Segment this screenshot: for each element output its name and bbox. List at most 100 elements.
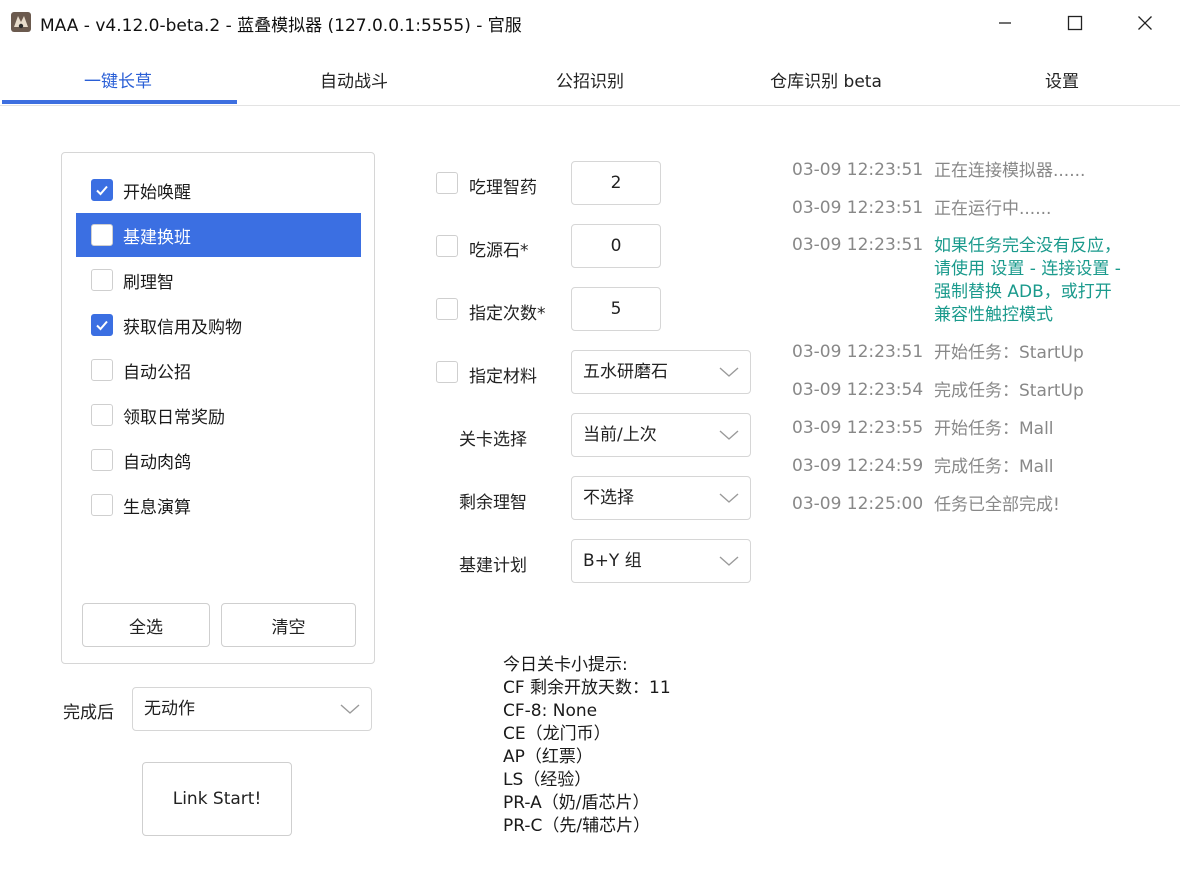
window-title: MAA - v4.12.0-beta.2 - 蓝叠模拟器 (127.0.0.1:…	[40, 16, 522, 36]
chevron-down-icon	[340, 704, 360, 714]
task-checkbox[interactable]	[91, 359, 113, 381]
log-message: 正在连接模拟器......	[934, 161, 1086, 181]
material-checkbox[interactable]	[436, 361, 458, 383]
log-message-warning: 如果任务完全没有反应， 请使用 设置 - 连接设置 - 强制替换 ADB，或打开…	[934, 236, 1121, 325]
minimize-icon	[999, 22, 1011, 24]
task-label: 自动公招	[123, 362, 191, 383]
chevron-down-icon	[719, 493, 739, 503]
remaining-sanity-dropdown[interactable]: 不选择	[571, 476, 751, 520]
after-finish-dropdown[interactable]: 无动作	[132, 687, 372, 731]
stage-label: 关卡选择	[459, 430, 527, 450]
log-time: 03-09 12:23:51	[792, 235, 924, 255]
tab-auto-battle[interactable]: 自动战斗	[236, 62, 472, 105]
dropdown-value: 无动作	[144, 699, 195, 719]
minimize-button[interactable]	[970, 0, 1040, 46]
material-label: 指定材料	[469, 367, 537, 387]
title-bar: MAA - v4.12.0-beta.2 - 蓝叠模拟器 (127.0.0.1:…	[0, 0, 1180, 46]
select-all-button[interactable]: 全选	[82, 603, 210, 647]
dropdown-value: 当前/上次	[583, 425, 657, 445]
log-message: 正在运行中......	[934, 199, 1052, 219]
task-item-reclamation[interactable]: 生息演算	[76, 483, 361, 527]
checkmark-icon	[96, 185, 108, 196]
tab-recruit[interactable]: 公招识别	[472, 62, 708, 105]
task-item-fight[interactable]: 刷理智	[76, 258, 361, 302]
task-item-infrast[interactable]: 基建换班	[76, 213, 361, 257]
task-checkbox[interactable]	[91, 224, 113, 246]
task-item-award[interactable]: 领取日常奖励	[76, 393, 361, 437]
dropdown-value: 不选择	[583, 488, 634, 508]
task-item-roguelike[interactable]: 自动肉鸽	[76, 438, 361, 482]
log-message: 任务已全部完成!	[934, 495, 1060, 515]
task-item-recruit[interactable]: 自动公招	[76, 348, 361, 392]
close-button[interactable]	[1110, 0, 1180, 46]
tip-line: AP（红票）	[503, 747, 593, 767]
log-time: 03-09 12:25:00	[792, 494, 924, 514]
medicine-count-input[interactable]: 2	[571, 161, 661, 205]
log-message: 完成任务：Mall	[934, 457, 1054, 477]
log-message: 开始任务：StartUp	[934, 343, 1084, 363]
infrast-plan-dropdown[interactable]: B+Y 组	[571, 539, 751, 583]
log-message: 完成任务：StartUp	[934, 381, 1084, 401]
log-message: 开始任务：Mall	[934, 419, 1054, 439]
infrast-plan-label: 基建计划	[459, 556, 527, 576]
task-label: 获取信用及购物	[123, 317, 242, 338]
task-label: 生息演算	[123, 497, 191, 518]
task-checkbox[interactable]	[91, 269, 113, 291]
tip-line: PR-C（先/辅芯片）	[503, 816, 651, 836]
task-label: 开始唤醒	[123, 182, 191, 203]
task-label: 刷理智	[123, 272, 174, 293]
task-item-mall[interactable]: 获取信用及购物	[76, 303, 361, 347]
stone-label: 吃源石*	[469, 241, 529, 261]
remaining-sanity-label: 剩余理智	[459, 493, 527, 513]
log-time: 03-09 12:24:59	[792, 456, 924, 476]
chevron-down-icon	[719, 367, 739, 377]
times-count-input[interactable]: 5	[571, 287, 661, 331]
tip-line: PR-A（奶/盾芯片）	[503, 793, 650, 813]
dropdown-value: B+Y 组	[583, 551, 642, 571]
checkmark-icon	[96, 320, 108, 331]
times-label: 指定次数*	[469, 304, 546, 324]
tab-one-click[interactable]: 一键长草	[0, 62, 236, 105]
log-time: 03-09 12:23:51	[792, 342, 924, 362]
tab-settings[interactable]: 设置	[944, 62, 1180, 105]
log-time: 03-09 12:23:51	[792, 198, 924, 218]
active-tab-indicator	[2, 100, 237, 104]
stone-checkbox[interactable]	[436, 235, 458, 257]
clear-button[interactable]: 清空	[221, 603, 356, 647]
times-checkbox[interactable]	[436, 298, 458, 320]
task-checkbox[interactable]	[91, 179, 113, 201]
task-label: 领取日常奖励	[123, 407, 225, 428]
chevron-down-icon	[719, 430, 739, 440]
dropdown-value: 五水研磨石	[583, 362, 668, 382]
tab-bar: 一键长草 自动战斗 公招识别 仓库识别 beta 设置	[0, 62, 1180, 106]
after-finish-label: 完成后	[63, 703, 114, 723]
task-checkbox[interactable]	[91, 494, 113, 516]
log-time: 03-09 12:23:54	[792, 380, 924, 400]
log-time: 03-09 12:23:51	[792, 160, 924, 180]
maximize-icon	[1067, 15, 1083, 31]
tab-depot[interactable]: 仓库识别 beta	[708, 62, 944, 105]
medicine-checkbox[interactable]	[436, 172, 458, 194]
tip-line: CE（龙门币）	[503, 724, 611, 744]
material-dropdown[interactable]: 五水研磨石	[571, 350, 751, 394]
log-time: 03-09 12:23:55	[792, 418, 924, 438]
task-label: 基建换班	[123, 227, 191, 248]
task-label: 自动肉鸽	[123, 452, 191, 473]
tip-line: CF-8: None	[503, 701, 598, 721]
app-logo-icon	[11, 12, 31, 32]
medicine-label: 吃理智药	[469, 178, 537, 198]
tip-line: LS（经验）	[503, 770, 592, 790]
task-checkbox[interactable]	[91, 449, 113, 471]
task-item-startup[interactable]: 开始唤醒	[76, 168, 361, 212]
close-icon	[1138, 16, 1152, 30]
stone-count-input[interactable]: 0	[571, 224, 661, 268]
task-list-panel: 开始唤醒 基建换班 刷理智 获取信用及购物 自动公招 领取日常奖励 自动肉鸽 生…	[61, 152, 375, 664]
chevron-down-icon	[719, 556, 739, 566]
link-start-button[interactable]: Link Start!	[142, 762, 292, 836]
tip-line: CF 剩余开放天数：11	[503, 678, 671, 698]
stage-dropdown[interactable]: 当前/上次	[571, 413, 751, 457]
maximize-button[interactable]	[1040, 0, 1110, 46]
task-checkbox[interactable]	[91, 404, 113, 426]
task-checkbox[interactable]	[91, 314, 113, 336]
tips-title: 今日关卡小提示:	[503, 655, 628, 675]
